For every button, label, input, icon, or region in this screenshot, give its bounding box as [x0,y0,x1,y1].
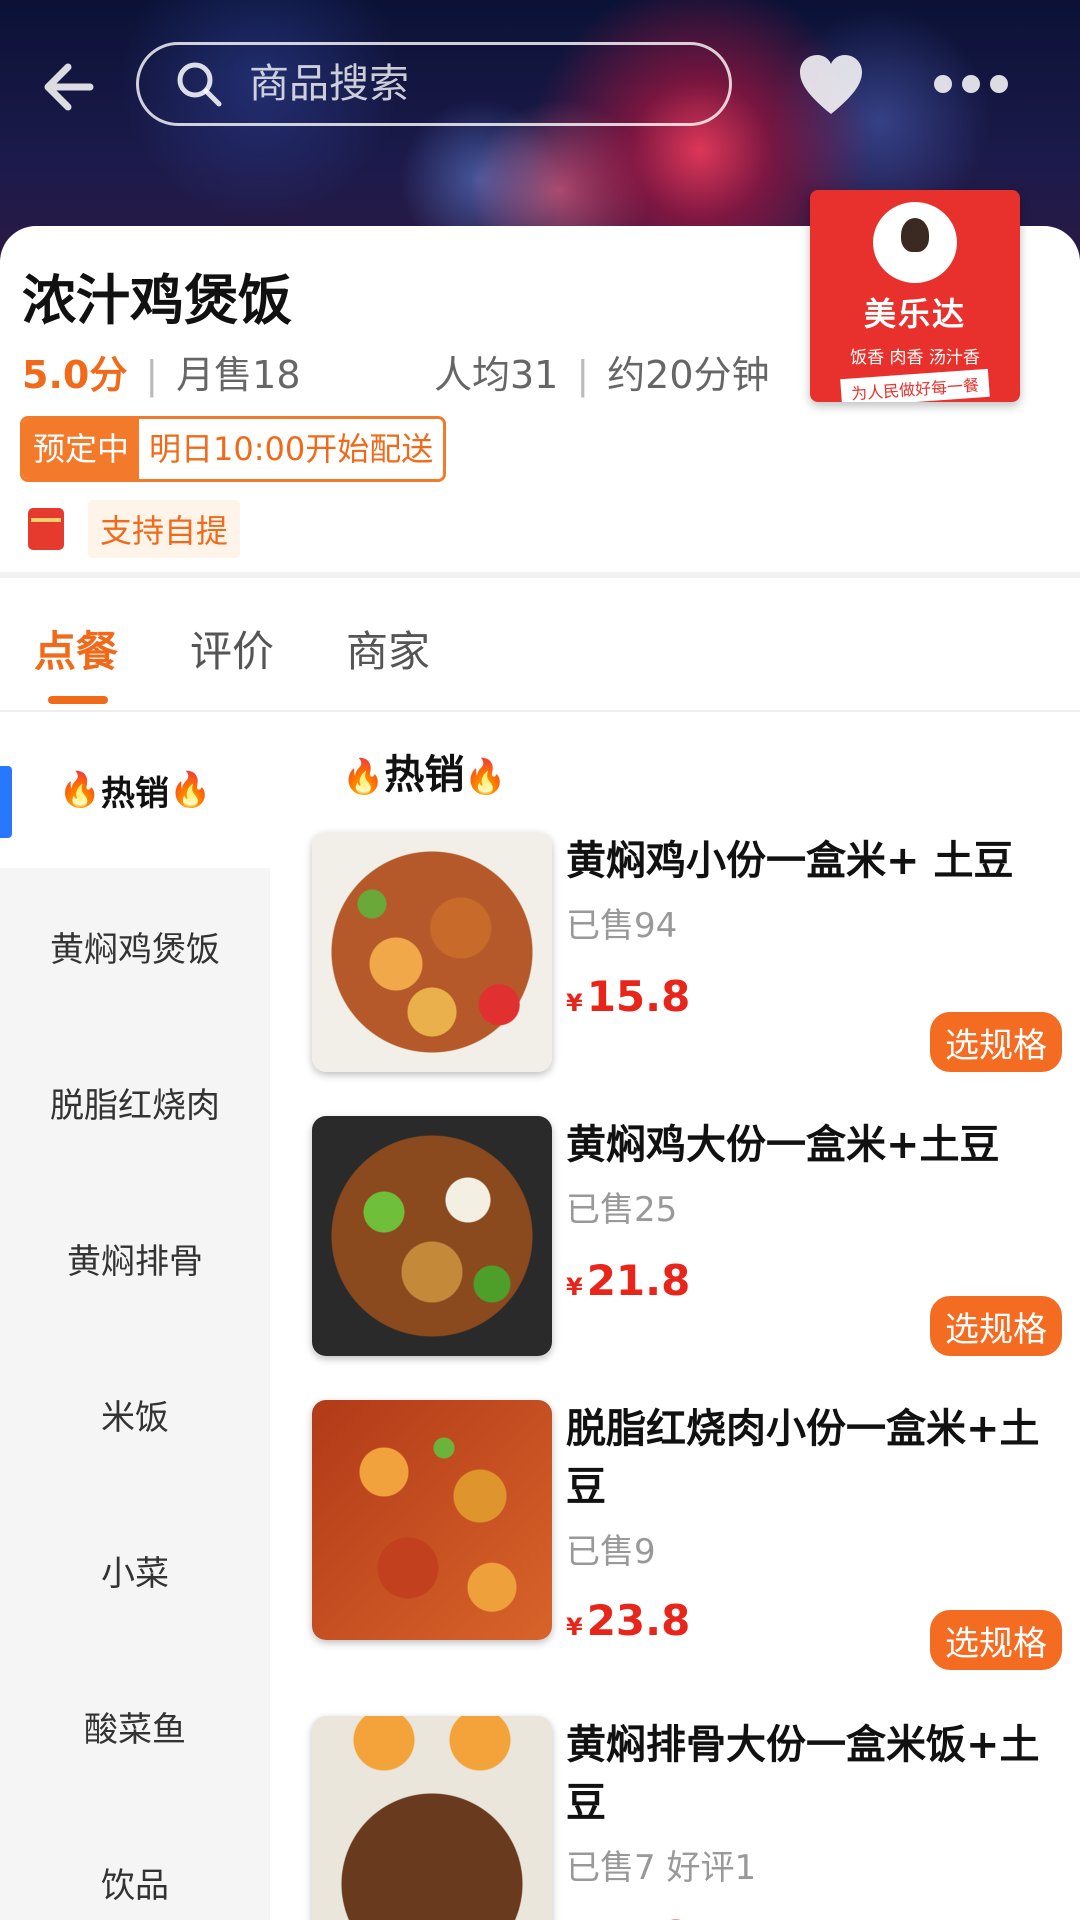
red-envelope-icon [28,508,64,550]
select-spec-button[interactable]: 选规格 [930,1296,1062,1356]
sidebar-item-label: 酸菜鱼 [84,1709,186,1750]
store-per-capita: 人均31 [434,353,559,397]
logo-motto: 饭香 肉香 汤汁香 [850,348,980,368]
product-image[interactable] [312,1716,552,1920]
search-icon [177,62,222,107]
product-sold: 已售7 好评1 [566,1848,757,1888]
sidebar-item-label: 热销 [101,773,169,814]
product-image[interactable] [312,1400,552,1640]
preorder-badge: 预定中 明日10:00开始配送 [20,416,447,482]
product-sold: 已售94 [566,906,678,946]
product-name: 黄焖鸡小份一盒米+ 土豆 [566,838,1014,884]
sidebar-item-side-dishes[interactable]: 小菜 [0,1492,270,1648]
sidebar-item-rice[interactable]: 米饭 [0,1336,270,1492]
product-list: 🔥热销🔥 黄焖鸡小份一盒米+ 土豆 已售94 ¥15.8 选规格 黄焖鸡大份一盒… [270,712,1080,1920]
sidebar-item-label: 脱脂红烧肉 [50,1085,220,1126]
product-image[interactable] [312,1116,552,1356]
sidebar-item-label: 黄焖排骨 [67,1241,203,1282]
tab-reviews[interactable]: 评价 [190,618,274,679]
sidebar-item-label: 小菜 [101,1553,169,1594]
sidebar-item-label: 米饭 [101,1397,169,1438]
category-sidebar: 🔥 热销 🔥 黄焖鸡煲饭 脱脂红烧肉 黄焖排骨 米饭 小菜 酸菜鱼 饮品 [0,712,270,1920]
more-dots-icon [962,75,980,93]
store-rating-sales: 5.0分 | 月售18 [22,353,301,397]
fire-icon: 🔥 [464,757,507,797]
product-item[interactable]: 脱脂红烧肉小份一盒米+土豆 已售9 ¥23.8 选规格 [312,1400,1062,1680]
sidebar-item-fish[interactable]: 酸菜鱼 [0,1648,270,1804]
preorder-text: 明日10:00开始配送 [139,419,444,479]
favorite-button[interactable] [796,52,866,118]
store-logo[interactable]: 美乐达 饭香 肉香 汤汁香 为人民做好每一餐 [810,190,1020,402]
more-dots-icon [934,75,952,93]
store-tabs: 点餐 评价 商家 [0,578,1080,712]
sidebar-item-hot[interactable]: 🔥 热销 🔥 [0,712,270,868]
sidebar-item-label: 饮品 [101,1865,169,1906]
tab-active-indicator [48,696,108,704]
pickup-badge: 支持自提 [28,500,241,558]
currency-symbol: ¥ [566,1613,583,1641]
back-arrow-icon [44,63,94,111]
back-button[interactable] [38,52,108,122]
sidebar-item-braised-pork[interactable]: 脱脂红烧肉 [0,1024,270,1180]
currency-symbol: ¥ [566,989,583,1017]
fire-icon: 🔥 [58,770,101,810]
preorder-tag: 预定中 [23,419,140,479]
price-value: 21.8 [586,1256,691,1305]
search-bar[interactable] [136,42,732,126]
section-title: 🔥热销🔥 [342,742,507,800]
more-dots-icon [990,75,1008,93]
section-title-label: 热销 [384,752,465,798]
logo-brand: 美乐达 [863,295,966,333]
product-name: 脱脂红烧肉小份一盒米+土豆 [566,1406,1040,1510]
heart-icon [800,55,862,114]
price-value: 23.8 [586,1596,691,1645]
sidebar-item-label: 黄焖鸡煲饭 [50,929,220,970]
price-value: 15.8 [586,972,691,1021]
product-sold: 已售25 [566,1190,678,1230]
product-item[interactable]: 黄焖鸡小份一盒米+ 土豆 已售94 ¥15.8 选规格 [312,832,1062,1082]
store-monthly-sales: 月售18 [176,353,301,397]
sidebar-item-drinks[interactable]: 饮品 [0,1804,270,1920]
currency-symbol: ¥ [566,1273,583,1301]
product-item[interactable]: 黄焖鸡大份一盒米+土豆 已售25 ¥21.8 选规格 [312,1116,1062,1366]
product-price: ¥21.8 [566,1256,690,1305]
product-price: ¥29.8 [566,1912,691,1920]
select-spec-button[interactable]: 选规格 [930,1012,1062,1072]
more-options-button[interactable] [934,64,1008,104]
product-name: 黄焖鸡大份一盒米+土豆 [566,1122,1000,1168]
logo-portrait [873,202,957,283]
price-value: 29.8 [587,1912,691,1920]
active-category-indicator [0,766,12,838]
product-image[interactable] [312,832,552,1072]
product-item[interactable]: 黄焖排骨大份一盒米饭+土豆 已售7 好评1 ¥29.8 [312,1716,1062,1920]
store-score: 5.0分 [22,353,128,397]
product-price: ¥23.8 [566,1596,690,1645]
fire-icon: 🔥 [169,770,212,810]
search-input[interactable] [249,61,669,107]
sidebar-item-braised-ribs[interactable]: 黄焖排骨 [0,1180,270,1336]
sidebar-item-braised-chicken[interactable]: 黄焖鸡煲饭 [0,868,270,1024]
product-name: 黄焖排骨大份一盒米饭+土豆 [566,1722,1040,1826]
store-name: 浓汁鸡煲饭 [22,269,292,332]
fire-icon: 🔥 [342,757,385,797]
store-price-time: 人均31 | 约20分钟 [434,353,770,397]
store-delivery-time: 约20分钟 [607,353,770,397]
tab-merchant[interactable]: 商家 [346,618,430,679]
tab-order[interactable]: 点餐 [34,618,118,679]
product-price: ¥15.8 [566,972,690,1021]
logo-slogan: 为人民做好每一餐 [840,368,990,402]
product-sold: 已售9 [566,1532,656,1572]
pickup-label: 支持自提 [88,500,241,558]
select-spec-button[interactable]: 选规格 [930,1610,1062,1670]
